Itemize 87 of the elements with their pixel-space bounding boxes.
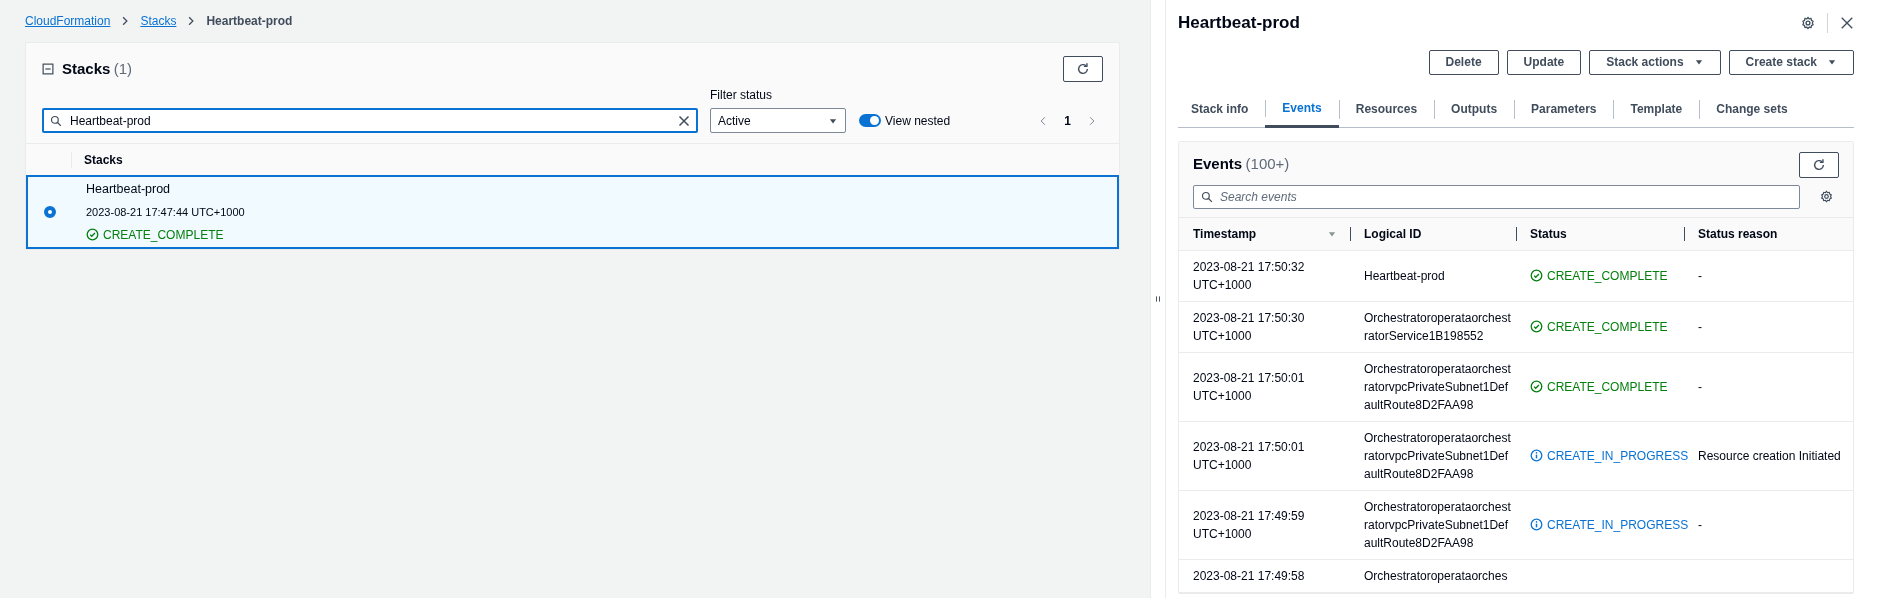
caret-down-icon (1827, 57, 1837, 67)
status-reason: Resource creation Initiated (1698, 447, 1841, 465)
status-text: CREATE_COMPLETE (1547, 318, 1668, 336)
chevron-right-icon (1087, 114, 1097, 127)
drag-handle-icon (1155, 294, 1161, 304)
stack-row[interactable]: Heartbeat-prod 2023-08-21 17:47:44 UTC+1000 CREATE_COMPLETE (26, 175, 1119, 249)
column-label: Status (1530, 225, 1567, 243)
timestamp: 2023-08-21 17:49:58 (1193, 567, 1305, 585)
tab[interactable]: Outputs (1434, 91, 1515, 127)
panel-count: (100+) (1245, 155, 1290, 173)
settings-icon (1820, 190, 1833, 203)
toggle-switch[interactable] (859, 114, 881, 127)
tab[interactable]: Template (1613, 91, 1700, 127)
logical-id: Heartbeat-prod (1364, 267, 1445, 285)
preferences-button[interactable] (1820, 190, 1833, 203)
column-label: Timestamp (1193, 225, 1257, 243)
action-button[interactable]: Stack actions (1589, 49, 1721, 75)
stack-created-time: 2023-08-21 17:47:44 UTC+1000 (86, 205, 245, 221)
logical-id: OrchestratoroperataorchestratorvpcPrivateSubnet1DefaultRoute8D2FAA98 (1364, 498, 1512, 552)
tab[interactable]: Stack info (1178, 91, 1266, 127)
timestamp: 2023-08-21 17:49:59 UTC+1000 (1193, 507, 1306, 543)
search-field[interactable]: Heartbeat-prod (42, 108, 698, 133)
action-button[interactable]: Delete (1428, 49, 1499, 75)
panel-title: Stacks (62, 59, 111, 77)
column-header[interactable]: Status (1516, 216, 1684, 251)
column-header[interactable]: Logical ID (1350, 216, 1516, 251)
column-header[interactable]: Timestamp (1179, 216, 1350, 251)
action-button[interactable]: Update (1506, 49, 1582, 75)
info-circle-icon (1530, 449, 1543, 462)
breadcrumb-current: Heartbeat-prod (206, 13, 293, 30)
filter-dropdown[interactable]: Active (710, 108, 846, 133)
panel-title: Events (1193, 155, 1243, 173)
column-label: Logical ID (1364, 225, 1422, 243)
column-label: Status reason (1698, 225, 1778, 243)
breadcrumb-link[interactable]: CloudFormation (25, 12, 111, 30)
refresh-icon (1076, 62, 1090, 76)
tab[interactable]: Resources (1338, 91, 1435, 127)
next-page-button[interactable] (1087, 114, 1097, 127)
breadcrumb-link[interactable]: Stacks (140, 12, 177, 30)
status-text: CREATE_COMPLETE (1547, 378, 1668, 396)
timestamp: 2023-08-21 17:50:01 UTC+1000 (1193, 438, 1306, 474)
toggle-label: View nested (885, 112, 951, 130)
timestamp: 2023-08-21 17:50:30 UTC+1000 (1193, 309, 1306, 345)
logical-id: Orchestratoroperataorches (1364, 567, 1508, 585)
status-reason: - (1698, 318, 1702, 336)
check-circle-icon (1530, 269, 1543, 282)
refresh-button[interactable] (1799, 151, 1839, 178)
check-circle-icon (1530, 380, 1543, 393)
check-circle-icon (1530, 320, 1543, 333)
status-reason: - (1698, 378, 1702, 396)
status-text: CREATE_COMPLETE (103, 226, 224, 244)
collapse-icon (42, 63, 54, 75)
panel-title: Heartbeat-prod (1178, 12, 1300, 34)
filter-label: Filter status (710, 87, 773, 104)
info-circle-icon (1530, 518, 1543, 531)
status-text: CREATE_COMPLETE (1547, 267, 1668, 285)
column-header[interactable]: Status reason (1684, 216, 1853, 251)
status-reason: - (1698, 267, 1702, 285)
search-icon (50, 114, 62, 127)
status-text: CREATE_IN_PROGRESS (1547, 516, 1689, 534)
refresh-button[interactable] (1063, 56, 1103, 82)
clear-icon (678, 114, 690, 127)
status-reason: - (1698, 516, 1702, 534)
timestamp: 2023-08-21 17:50:01 UTC+1000 (1193, 369, 1306, 405)
logical-id: OrchestratoroperataorchestratorvpcPrivateSubnet1DefaultRoute8D2FAA98 (1364, 360, 1512, 414)
search-icon (1201, 190, 1213, 203)
timestamp: 2023-08-21 17:50:32 UTC+1000 (1193, 258, 1306, 294)
stack-name: Heartbeat-prod (86, 181, 172, 199)
settings-button[interactable] (1801, 15, 1815, 30)
logical-id: OrchestratoroperataorchestratorService1B198552 (1364, 309, 1512, 345)
tab[interactable]: Events (1265, 91, 1339, 128)
settings-icon (1801, 15, 1815, 30)
tab[interactable]: Change sets (1699, 91, 1805, 127)
close-button[interactable] (1840, 15, 1854, 30)
check-circle-icon (86, 228, 99, 242)
radio-button[interactable] (44, 206, 56, 218)
refresh-icon (1812, 157, 1826, 172)
logical-id: OrchestratoroperataorchestratorvpcPrivateSubnet1DefaultRoute8D2FAA98 (1364, 429, 1512, 483)
column-header: Stacks (84, 151, 123, 169)
action-button[interactable]: Create stack (1728, 49, 1854, 75)
page-number[interactable]: 1 (1064, 111, 1071, 130)
tab[interactable]: Parameters (1514, 91, 1614, 127)
search-field[interactable]: Search events (1193, 184, 1800, 209)
panel-count: (1) (113, 59, 133, 77)
status-text: CREATE_IN_PROGRESS (1547, 447, 1689, 465)
close-icon (1840, 15, 1854, 30)
caret-down-icon (1693, 57, 1704, 67)
